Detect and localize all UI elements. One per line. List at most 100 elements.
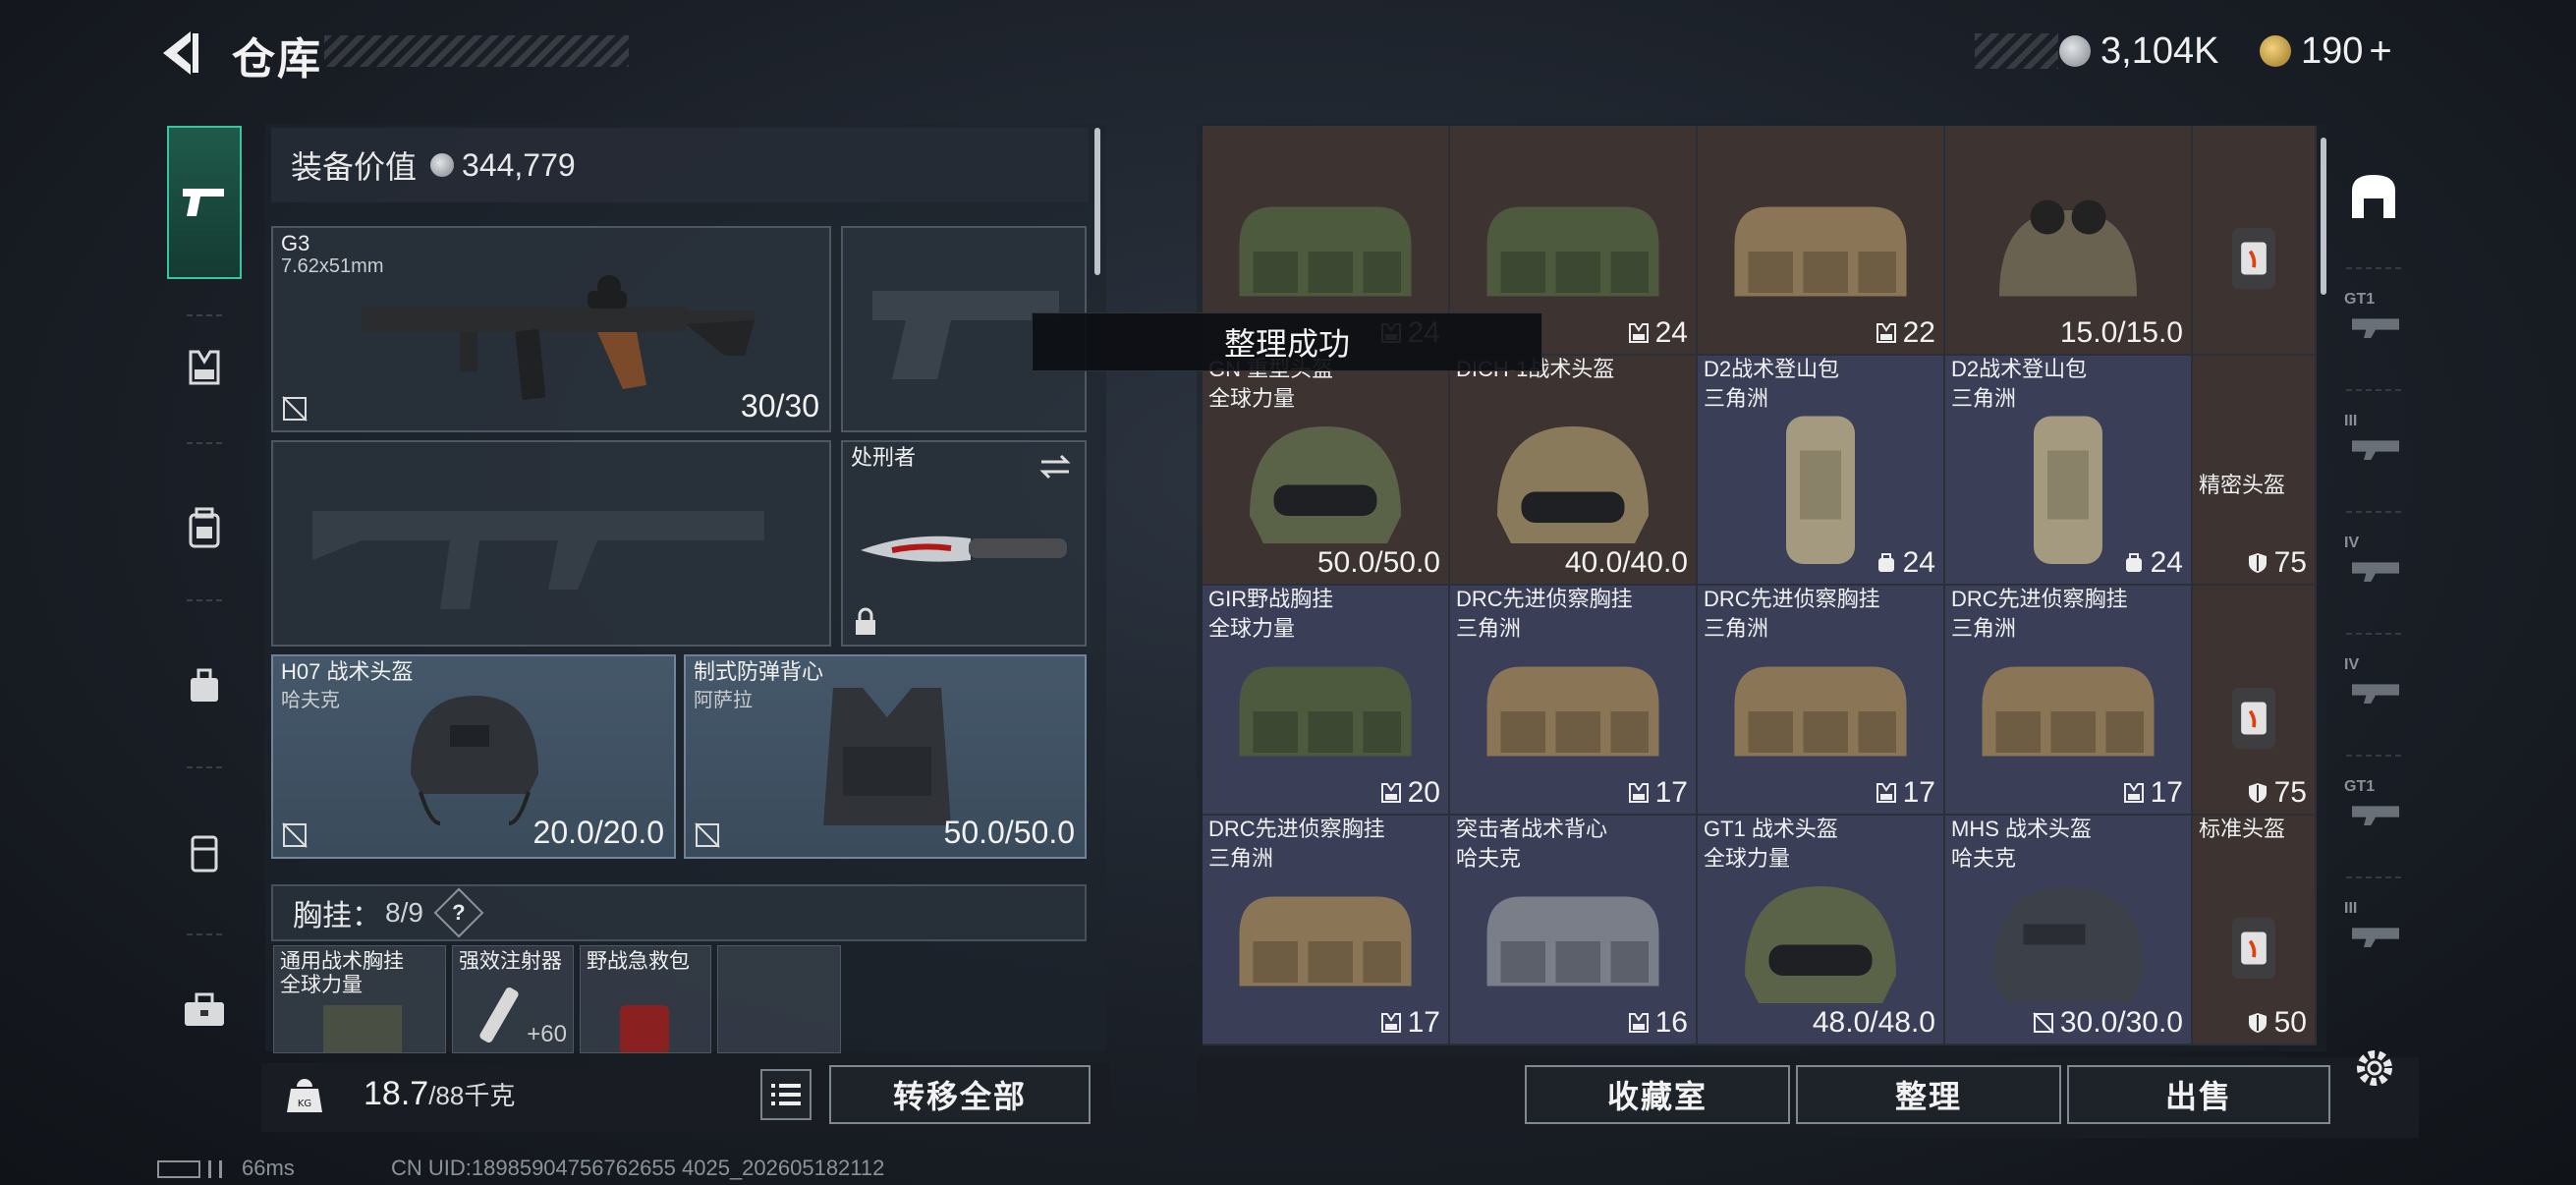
- medkit-image: [620, 1005, 669, 1052]
- filter-item[interactable]: IV: [2342, 652, 2405, 715]
- filter-item[interactable]: III: [2342, 409, 2405, 472]
- item-value: 50.0/50.0: [1316, 546, 1440, 579]
- filter-icon: IV: [2344, 656, 2403, 711]
- melee-slot[interactable]: 处刑者: [841, 440, 1087, 647]
- storage-item[interactable]: 15.0/15.0: [1945, 126, 2193, 356]
- armor-slot[interactable]: 制式防弹背心 阿萨拉 50.0/50.0: [684, 654, 1087, 859]
- nav-backpacks[interactable]: [167, 491, 242, 566]
- storage-scrollbar[interactable]: [2321, 138, 2326, 295]
- item-value: 17: [1380, 1006, 1440, 1040]
- nav-rigs[interactable]: [167, 330, 242, 405]
- storage-item[interactable]: 75: [2193, 586, 2317, 816]
- storage-item[interactable]: DRC先进侦察胸挂 三角洲 17: [1203, 816, 1450, 1045]
- loadout-scrollbar[interactable]: [1094, 128, 1100, 275]
- helmet-image: [411, 696, 538, 825]
- item-value: 75: [2247, 546, 2307, 580]
- add-currency-button[interactable]: +: [2369, 29, 2391, 74]
- no-insure-icon: [282, 396, 308, 422]
- sort-button[interactable]: 整理: [1796, 1065, 2061, 1124]
- swap-icon[interactable]: [1037, 452, 1073, 481]
- help-icon[interactable]: ?: [433, 887, 484, 938]
- nav-pouches[interactable]: [167, 649, 242, 723]
- rig-item-name: 通用战术胸挂: [280, 950, 404, 973]
- item-faction: 三角洲: [1704, 616, 1769, 641]
- backpack-icon: [1877, 553, 1894, 572]
- item-value: 20: [1380, 776, 1440, 810]
- item-value: 17: [2123, 776, 2183, 810]
- rig-item[interactable]: 通用战术胸挂 全球力量: [273, 945, 446, 1053]
- currency-coins[interactable]: 3,104K: [2059, 28, 2218, 75]
- primary-weapon-slot[interactable]: G3 7.62x51mm 30/30: [271, 226, 831, 432]
- currency-premium[interactable]: 190 +: [2260, 28, 2392, 75]
- case-icon: [191, 835, 218, 873]
- rig-item-value: +60: [527, 1021, 567, 1047]
- sell-button[interactable]: 出售: [2067, 1065, 2330, 1124]
- rig-item[interactable]: 强效注射器 +60: [452, 945, 574, 1053]
- item-faction: 三角洲: [1704, 386, 1769, 411]
- item-value: 24: [2123, 546, 2183, 580]
- storage-item[interactable]: DRC先进侦察胸挂 三角洲 17: [1450, 586, 1698, 816]
- filter-item[interactable]: GT1: [2342, 774, 2405, 837]
- title-decoration: [324, 35, 629, 67]
- storage-item[interactable]: GIR野战胸挂 全球力量 20: [1203, 586, 1450, 816]
- gear-icon[interactable]: [2352, 1045, 2397, 1091]
- item-faction: 全球力量: [1208, 386, 1296, 411]
- item-name: 标准头盔: [2199, 817, 2286, 841]
- storage-item[interactable]: 22: [1698, 126, 1945, 356]
- storage-item[interactable]: GT1 战术头盔 全球力量 48.0/48.0: [1698, 816, 1945, 1045]
- collection-button[interactable]: 收藏室: [1525, 1065, 1790, 1124]
- filter-icon: III: [2344, 900, 2403, 955]
- armor-faction: 阿萨拉: [694, 690, 753, 711]
- storage-item[interactable]: MHS 战术头盔 哈夫克 30.0/30.0: [1945, 816, 2193, 1045]
- page-title: 仓库: [232, 35, 322, 84]
- rig-empty-slot[interactable]: [717, 945, 841, 1053]
- toolbox-icon: [185, 992, 224, 1026]
- back-arrow-icon[interactable]: [155, 28, 202, 79]
- item-name: DRC先进侦察胸挂: [1951, 587, 2128, 611]
- item-faction: 哈夫克: [1951, 846, 2017, 871]
- filter-nav: GT1 III IV IV GT1 III: [2332, 124, 2415, 1047]
- item-value: 24: [1628, 316, 1688, 350]
- list-view-button[interactable]: [760, 1069, 812, 1120]
- storage-item[interactable]: GN 重型头盔全球力量50.0/50.0: [1203, 356, 1450, 586]
- weight-max: /88千克: [428, 1081, 516, 1110]
- category-nav: [157, 118, 248, 1061]
- transfer-all-button[interactable]: 转移全部: [829, 1065, 1091, 1124]
- storage-item[interactable]: DICH-1战术头盔40.0/40.0: [1450, 356, 1698, 586]
- storage-item[interactable]: DRC先进侦察胸挂 三角洲 17: [1698, 586, 1945, 816]
- filter-item[interactable]: IV: [2342, 531, 2405, 593]
- storage-item[interactable]: DRC先进侦察胸挂 三角洲 17: [1945, 586, 2193, 816]
- rig-item[interactable]: 野战急救包: [580, 945, 711, 1053]
- filter-item[interactable]: GT1: [2342, 287, 2405, 350]
- rifle-silhouette: [312, 511, 764, 609]
- item-value: 15.0/15.0: [2059, 316, 2183, 349]
- nav-tools[interactable]: [167, 973, 242, 1047]
- filter-item[interactable]: III: [2342, 896, 2405, 959]
- signal-icon: [208, 1160, 222, 1179]
- nav-cases[interactable]: [167, 816, 242, 890]
- pistol-icon: [183, 189, 224, 216]
- backpack-icon: [189, 507, 220, 548]
- nav-weapons[interactable]: [167, 126, 242, 279]
- secondary-rifle-slot[interactable]: [271, 440, 831, 647]
- rig-label: 胸挂：: [293, 900, 381, 932]
- item-faction: 全球力量: [1208, 616, 1296, 641]
- vest-icon: [1628, 1013, 1649, 1033]
- item-image: [2232, 687, 2275, 749]
- filter-all[interactable]: [2342, 165, 2405, 228]
- storage-item[interactable]: 精密头盔 75: [2193, 356, 2317, 586]
- storage-item[interactable]: 突击者战术背心 哈夫克 16: [1450, 816, 1698, 1045]
- storage-item[interactable]: 标准头盔 50: [2193, 816, 2317, 1045]
- helmet-slot[interactable]: H07 战术头盔 哈夫克 20.0/20.0: [271, 654, 676, 859]
- lock-icon: [856, 607, 875, 635]
- vest-icon: [1628, 323, 1649, 343]
- item-faction: 哈夫克: [1456, 846, 1522, 871]
- item-image: [2232, 227, 2275, 289]
- storage-item[interactable]: [2193, 126, 2317, 356]
- helmet-filter-icon: [2352, 175, 2395, 218]
- helmet-faction: 哈夫克: [281, 690, 340, 711]
- storage-item[interactable]: D2战术登山包 三角洲 24: [1698, 356, 1945, 586]
- item-name: MHS 战术头盔: [1951, 817, 2093, 841]
- item-value: 17: [1628, 776, 1688, 810]
- storage-item[interactable]: D2战术登山包 三角洲 24: [1945, 356, 2193, 586]
